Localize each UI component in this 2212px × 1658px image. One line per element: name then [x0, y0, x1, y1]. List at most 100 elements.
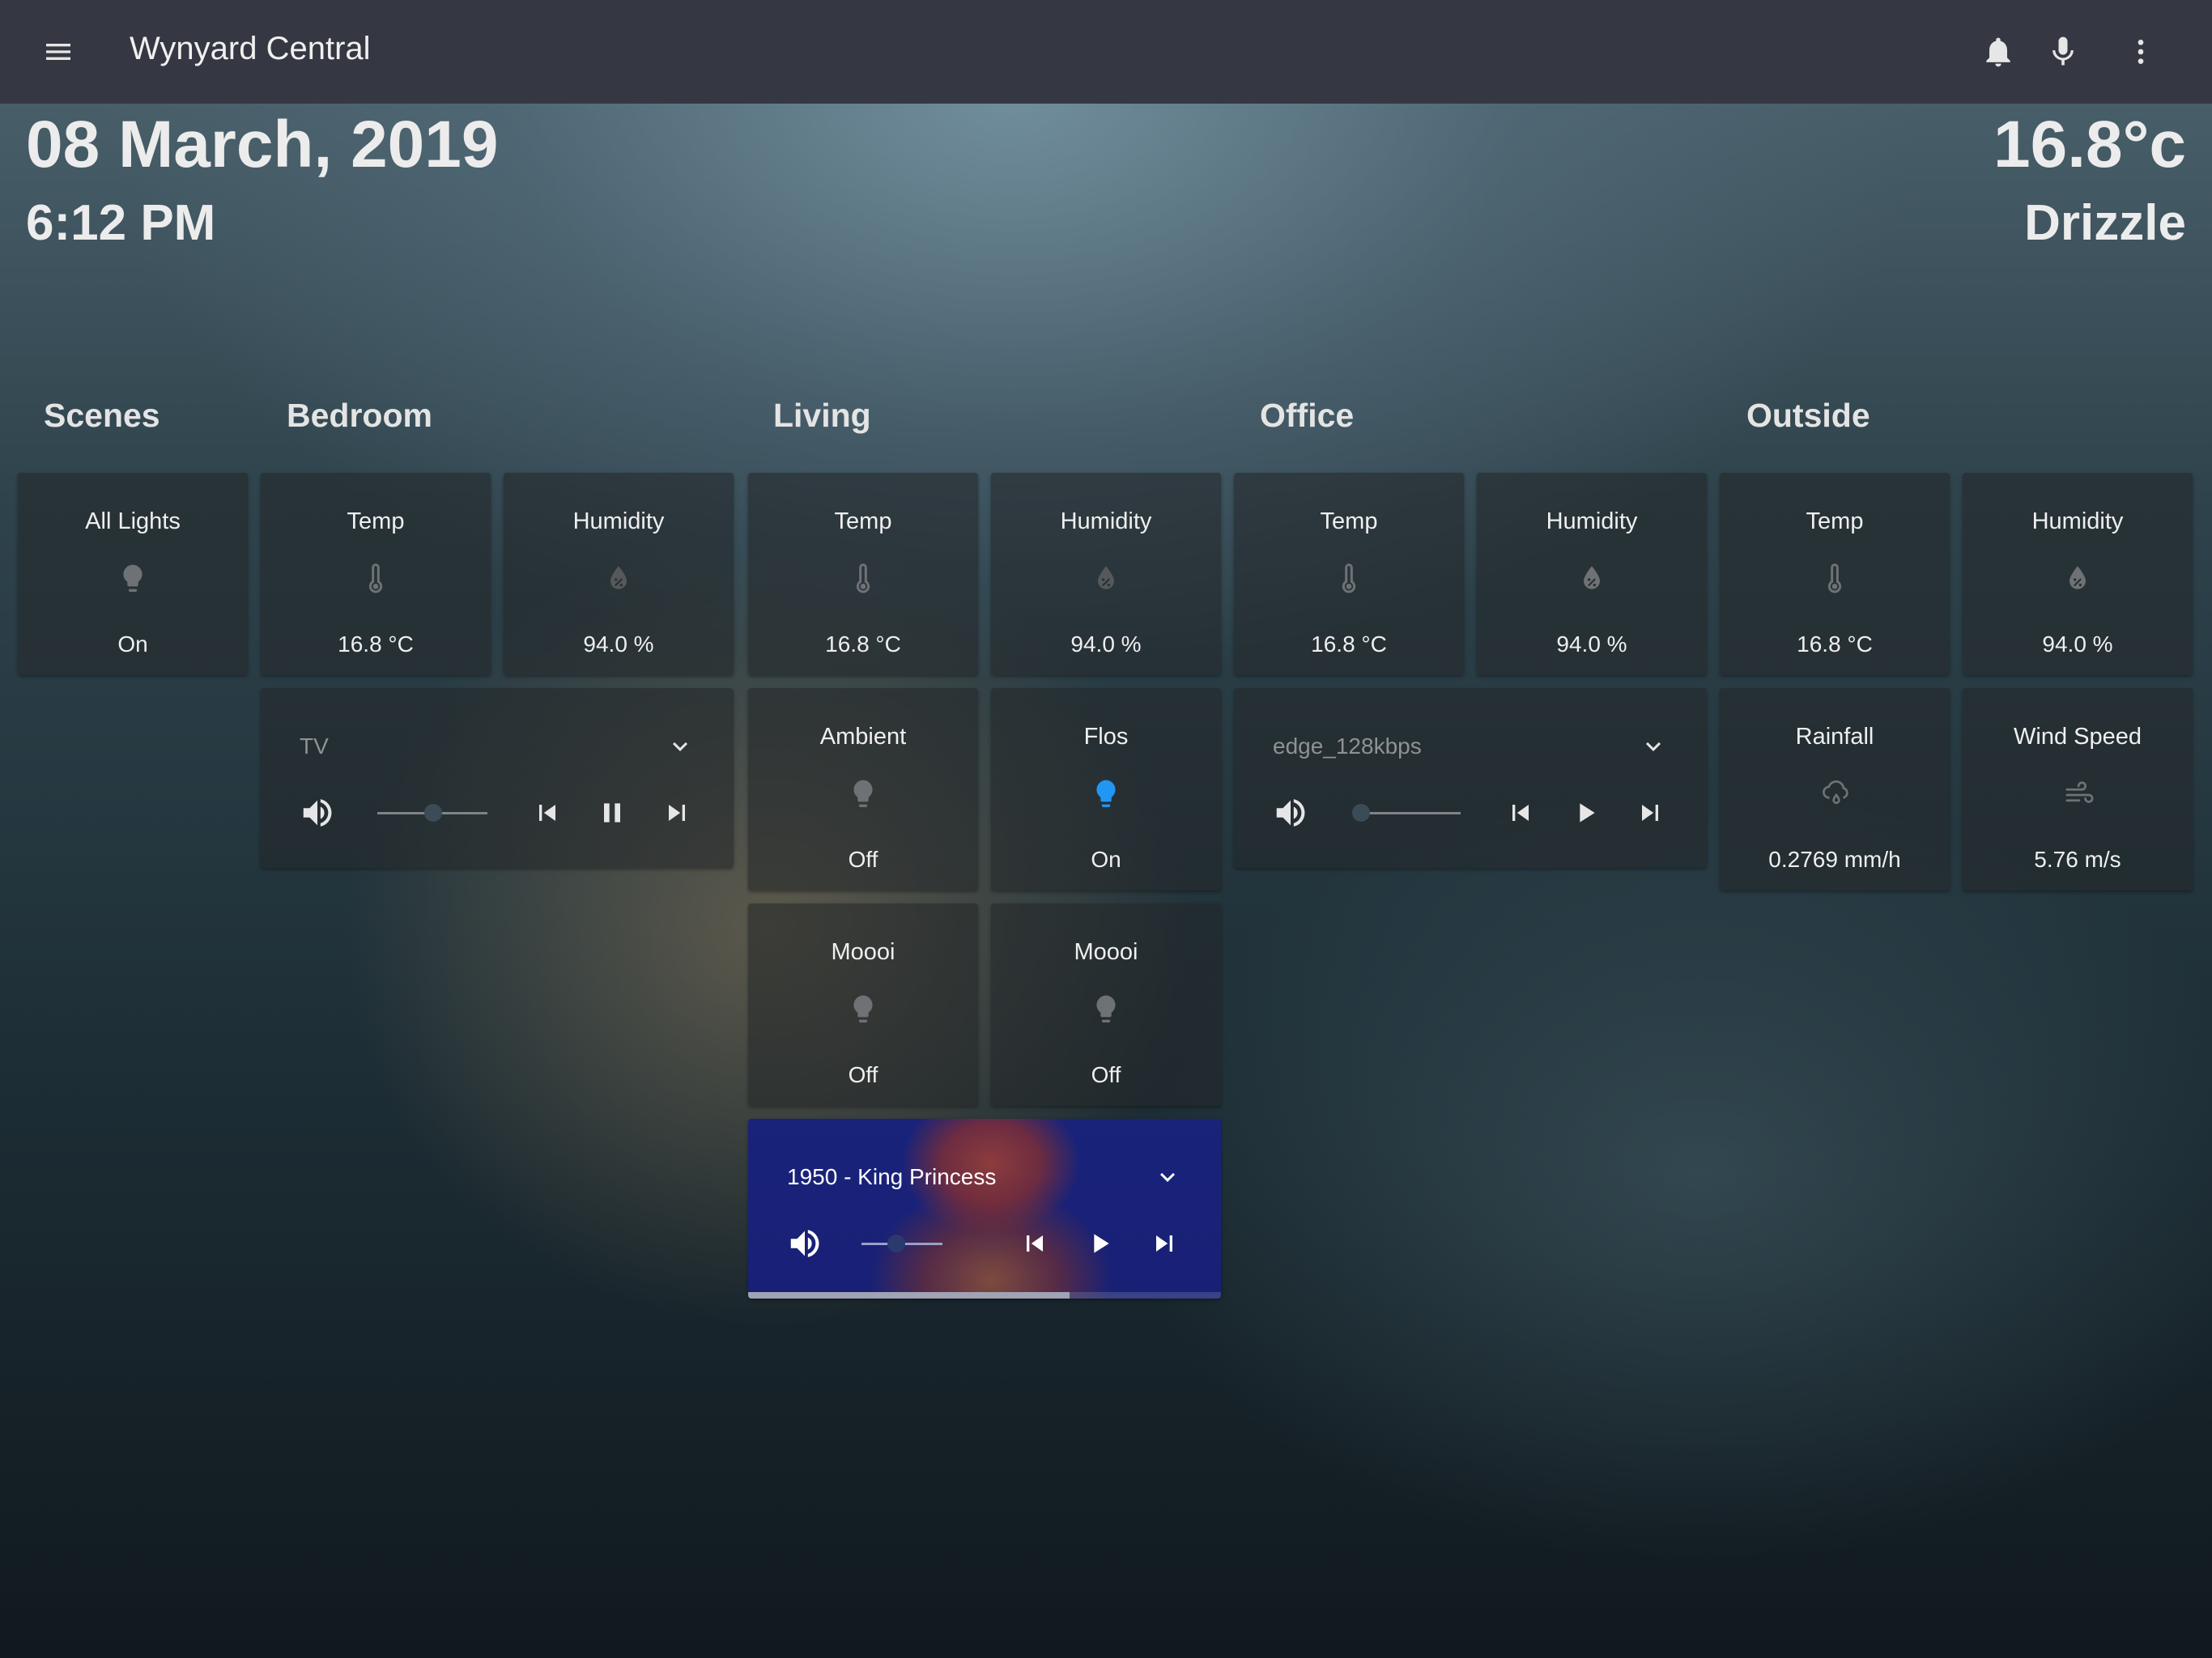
play-icon[interactable] — [1078, 1222, 1121, 1265]
skip-next-icon[interactable] — [1143, 1222, 1185, 1265]
lightbulb-icon — [117, 562, 149, 597]
card-outside-wind[interactable]: Wind Speed 5.76 m/s — [1963, 688, 2193, 891]
card-state: 16.8 °C — [1311, 631, 1387, 657]
skip-previous-icon[interactable] — [526, 792, 568, 834]
volume-slider[interactable] — [1360, 812, 1461, 814]
card-state: 94.0 % — [1070, 631, 1142, 657]
card-state: 16.8 °C — [338, 631, 414, 657]
water-percent-icon — [2061, 562, 2094, 597]
menu-icon[interactable] — [26, 19, 91, 84]
card-living-moooi-1[interactable]: Moooi Off — [748, 903, 978, 1106]
media-title: 1950 - King Princess — [787, 1164, 997, 1189]
card-state: Off — [848, 1062, 878, 1087]
card-state: 0.2769 mm/h — [1768, 847, 1901, 872]
card-bedroom-temp[interactable]: Temp 16.8 °C — [261, 473, 491, 675]
thermometer-icon — [1333, 562, 1365, 597]
volume-icon[interactable] — [296, 792, 338, 834]
skip-previous-icon[interactable] — [1499, 792, 1542, 834]
card-office-humidity[interactable]: Humidity 94.0 % — [1477, 473, 1707, 675]
progress-bar — [748, 1292, 1070, 1299]
card-name: Temp — [347, 508, 405, 534]
media-source: TV — [300, 733, 329, 759]
card-all-lights[interactable]: All Lights On — [18, 473, 248, 675]
chevron-down-icon[interactable] — [1153, 1163, 1182, 1192]
card-state: On — [117, 631, 148, 657]
weather-windy-icon — [2061, 777, 2094, 813]
microphone-icon[interactable] — [2031, 19, 2095, 84]
app-toolbar: Wynyard Central — [0, 0, 2212, 104]
volume-slider-knob[interactable] — [887, 1235, 905, 1252]
card-name: Humidity — [572, 508, 665, 534]
play-icon[interactable] — [1564, 792, 1606, 834]
card-state: 94.0 % — [2042, 631, 2113, 657]
volume-icon[interactable] — [784, 1222, 826, 1265]
card-living-flos[interactable]: Flos On — [991, 688, 1221, 891]
card-bedroom-humidity[interactable]: Humidity 94.0 % — [504, 473, 734, 675]
skip-next-icon[interactable] — [1629, 792, 1671, 834]
card-state: 16.8 °C — [1797, 631, 1873, 657]
column-title-living: Living — [773, 397, 871, 434]
card-state: 94.0 % — [1556, 631, 1627, 657]
card-living-moooi-2[interactable]: Moooi Off — [991, 903, 1221, 1106]
media-source: edge_128kbps — [1273, 733, 1422, 759]
lightbulb-icon — [847, 993, 879, 1028]
header-time: 6:12 PM — [26, 195, 216, 251]
volume-icon[interactable] — [1270, 792, 1312, 834]
card-name: All Lights — [85, 508, 181, 534]
bell-icon[interactable] — [1966, 19, 2031, 84]
card-state: Off — [1091, 1062, 1121, 1087]
card-name: Rainfall — [1795, 724, 1874, 750]
column-title-outside: Outside — [1746, 397, 1870, 434]
thermometer-icon — [847, 562, 879, 597]
card-living-temp[interactable]: Temp 16.8 °C — [748, 473, 978, 675]
column-title-office: Office — [1260, 397, 1355, 434]
lightbulb-icon — [1090, 777, 1122, 813]
lightbulb-icon — [847, 777, 879, 813]
skip-next-icon[interactable] — [656, 792, 698, 834]
card-name: Temp — [1320, 508, 1378, 534]
card-state: 5.76 m/s — [2034, 847, 2121, 872]
card-name: Temp — [834, 508, 892, 534]
lightbulb-icon — [1090, 993, 1122, 1028]
card-living-humidity[interactable]: Humidity 94.0 % — [991, 473, 1221, 675]
card-name: Flos — [1083, 724, 1129, 750]
card-living-ambient[interactable]: Ambient Off — [748, 688, 978, 891]
volume-slider-knob[interactable] — [424, 804, 442, 822]
header-date: 08 March, 2019 — [26, 108, 499, 181]
card-name: Ambient — [819, 724, 907, 750]
media-player-living[interactable]: 1950 - King Princess — [748, 1119, 1221, 1299]
card-state: Off — [848, 847, 878, 872]
card-state: 16.8 °C — [825, 631, 901, 657]
card-outside-rainfall[interactable]: Rainfall 0.2769 mm/h — [1720, 688, 1950, 891]
column-title-bedroom: Bedroom — [287, 397, 432, 434]
weather-rainy-icon — [1819, 777, 1851, 813]
card-name: Humidity — [1546, 508, 1638, 534]
media-player-office[interactable]: edge_128kbps — [1234, 688, 1707, 868]
media-player-bedroom-tv[interactable]: TV — [261, 688, 734, 868]
card-name: Wind Speed — [2014, 724, 2142, 750]
column-title-scenes: Scenes — [44, 397, 160, 434]
album-art — [748, 1119, 1221, 1299]
app-title: Wynyard Central — [130, 31, 371, 66]
card-name: Humidity — [2031, 508, 2124, 534]
card-office-temp[interactable]: Temp 16.8 °C — [1234, 473, 1464, 675]
card-outside-humidity[interactable]: Humidity 94.0 % — [1963, 473, 2193, 675]
card-outside-temp[interactable]: Temp 16.8 °C — [1720, 473, 1950, 675]
card-state: On — [1091, 847, 1121, 872]
water-percent-icon — [1576, 562, 1608, 597]
more-vertical-icon[interactable] — [2108, 19, 2173, 84]
card-name: Temp — [1806, 508, 1864, 534]
chevron-down-icon[interactable] — [1639, 732, 1668, 761]
water-percent-icon — [1090, 562, 1122, 597]
water-percent-icon — [602, 562, 635, 597]
volume-slider-knob[interactable] — [1352, 804, 1370, 822]
card-name: Moooi — [831, 939, 895, 965]
skip-previous-icon[interactable] — [1014, 1222, 1056, 1265]
card-state: 94.0 % — [583, 631, 654, 657]
card-name: Moooi — [1074, 939, 1138, 965]
thermometer-icon — [359, 562, 392, 597]
pause-icon[interactable] — [591, 792, 633, 834]
header-condition: Drizzle — [2024, 195, 2186, 251]
chevron-down-icon[interactable] — [666, 732, 695, 761]
thermometer-icon — [1819, 562, 1851, 597]
